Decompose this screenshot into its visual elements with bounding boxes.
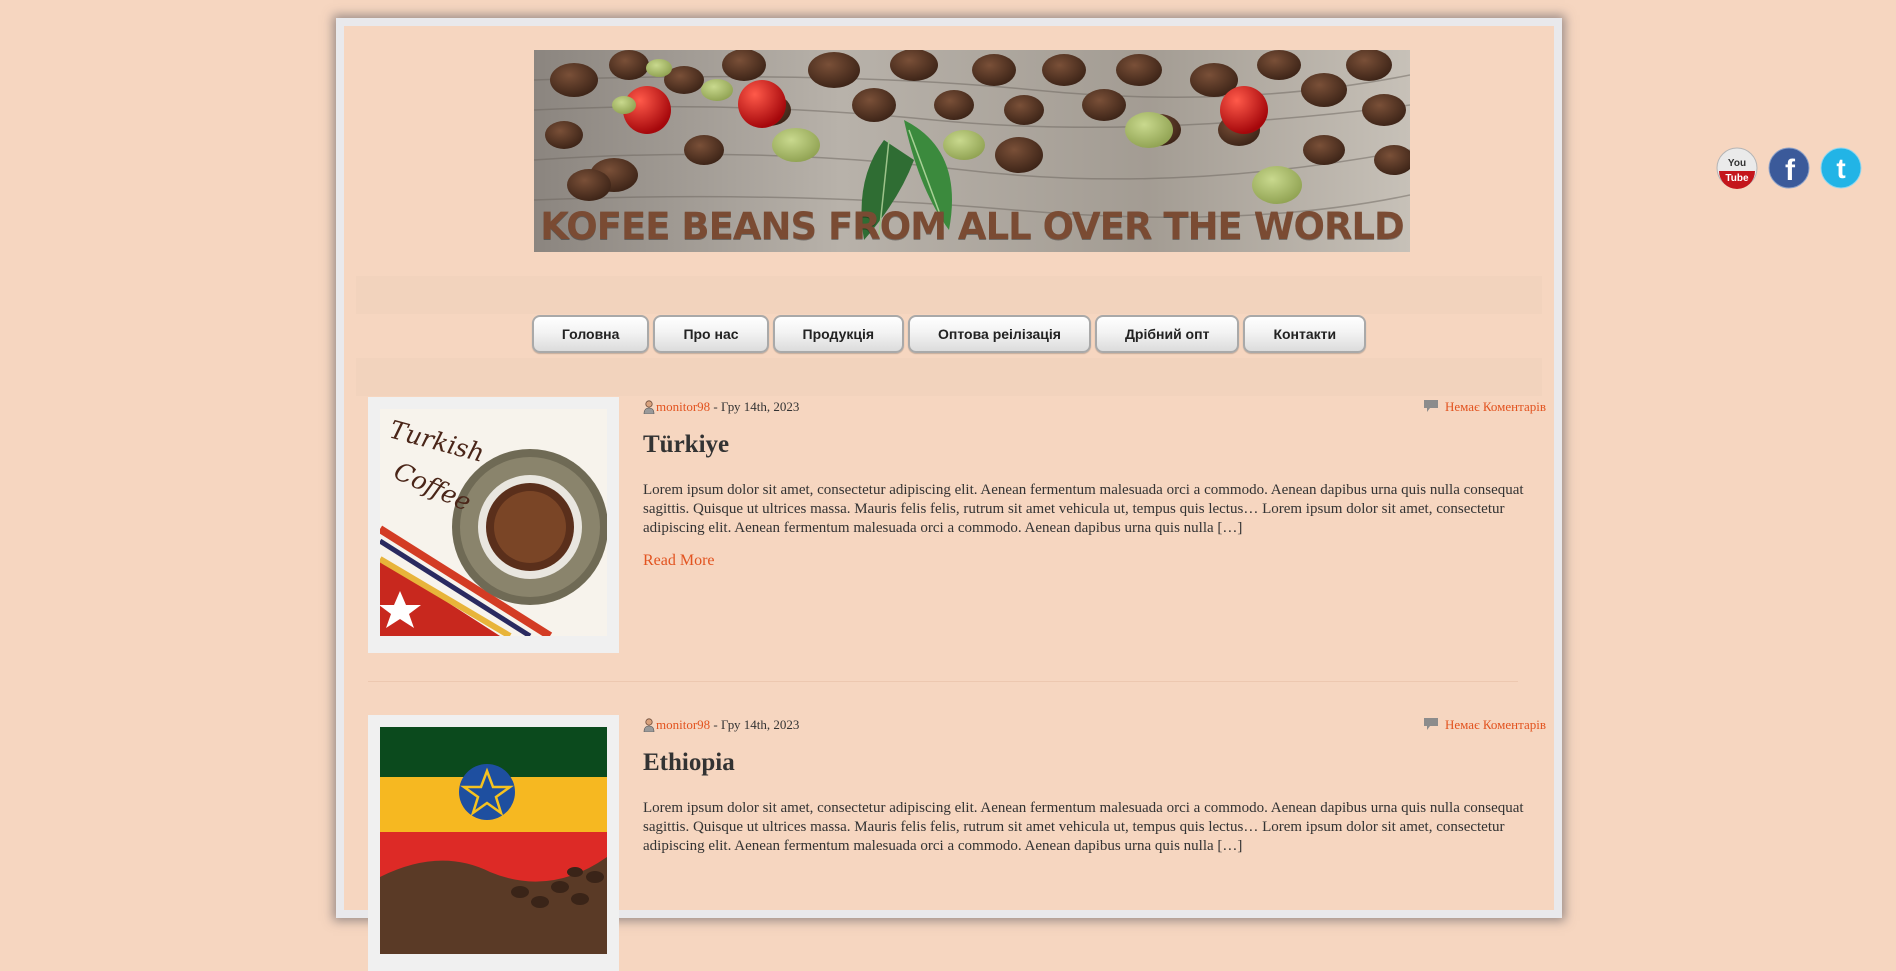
post-date: Гру 14th, 2023: [721, 717, 800, 732]
comment-icon: [1423, 718, 1438, 730]
nav-contacts-button[interactable]: Контакти: [1243, 315, 1367, 353]
post-excerpt: Lorem ipsum dolor sit amet, consectetur …: [643, 800, 1524, 854]
user-icon: [643, 718, 655, 732]
post-divider: [368, 681, 1518, 682]
twitter-glyph: t: [1836, 153, 1845, 184]
nav-products-button[interactable]: Продукція: [772, 315, 905, 353]
post-date: Гру 14th, 2023: [721, 399, 800, 414]
post-thumbnail[interactable]: Turkish Coffee: [368, 397, 619, 653]
nav-wholesale-button[interactable]: Оптова реілізація: [908, 315, 1091, 353]
post-excerpt: Lorem ipsum dolor sit amet, consectetur …: [643, 482, 1524, 536]
main-nav: Головна Про нас Продукція Оптова реіліза…: [344, 315, 1554, 353]
meta-separator: -: [710, 717, 722, 732]
youtube-icon-text-you: You: [1728, 158, 1746, 169]
facebook-icon[interactable]: f: [1768, 147, 1810, 189]
turkish-coffee-image: Turkish Coffee: [380, 409, 607, 636]
youtube-icon[interactable]: You Tube: [1716, 147, 1758, 189]
post-title[interactable]: Ethiopia: [643, 749, 735, 777]
nav-top-band: [356, 276, 1542, 314]
comment-icon: [1423, 400, 1438, 412]
post-meta: monitor98 - Гру 14th, 2023 Немає Комента…: [643, 717, 1546, 733]
header-banner[interactable]: KOFEE BEANS FROM ALL OVER THE WORLD: [534, 50, 1410, 252]
nav-small-wholesale-button[interactable]: Дрібний опт: [1094, 315, 1240, 353]
user-icon: [643, 400, 655, 414]
nav-about-button[interactable]: Про нас: [653, 315, 769, 353]
post-title[interactable]: Türkiye: [643, 431, 729, 459]
ethiopia-flag-image: [380, 727, 607, 954]
post-author-link[interactable]: monitor98: [656, 399, 710, 415]
post-comments-link[interactable]: Немає Коментарів: [1445, 717, 1546, 732]
nav-home-button[interactable]: Головна: [531, 315, 650, 353]
read-more-link[interactable]: Read More: [643, 552, 715, 570]
page-container: KOFEE BEANS FROM ALL OVER THE WORLD Голо…: [336, 18, 1562, 971]
post-thumbnail[interactable]: [368, 715, 619, 971]
facebook-glyph: f: [1785, 154, 1796, 187]
nav-bottom-band: [356, 358, 1542, 396]
post-meta: monitor98 - Гру 14th, 2023 Немає Комента…: [643, 399, 1546, 415]
meta-separator: -: [710, 399, 722, 414]
youtube-icon-text-tube: Tube: [1725, 173, 1749, 184]
banner-title: KOFEE BEANS FROM ALL OVER THE WORLD: [540, 205, 1405, 248]
post-author-link[interactable]: monitor98: [656, 717, 710, 733]
post-comments-link[interactable]: Немає Коментарів: [1445, 399, 1546, 414]
twitter-icon[interactable]: t: [1820, 147, 1862, 189]
